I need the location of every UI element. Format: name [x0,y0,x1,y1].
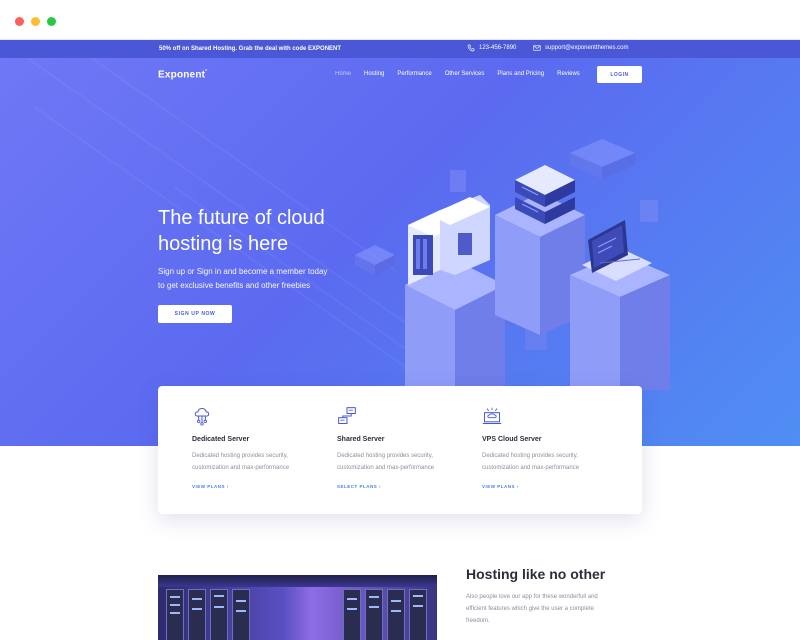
feature-description: Dedicated hosting provides security, cus… [192,450,317,474]
floating-cube-icon [355,245,395,275]
feature-title: Dedicated Server [192,436,250,443]
section-title: Hosting like no other [466,566,606,582]
browser-chrome [0,0,800,40]
cloud-network-icon [194,407,210,426]
maximize-window-icon[interactable] [47,17,56,26]
email-contact[interactable]: support@exponentthemes.com [533,44,628,52]
hero-subtitle-line-2: to get exclusive benefits and other free… [158,281,311,290]
phone-icon [467,44,475,52]
section-desc-line-2: efficient features which give the user a… [466,606,594,612]
close-window-icon[interactable] [15,17,24,26]
feature-description: Dedicated hosting provides security, cus… [482,450,607,474]
feature-desc-line-2: customization and max-performance [192,465,290,471]
phone-number: 123-456-7890 [479,45,517,51]
nav-performance[interactable]: Performance [397,71,431,77]
feature-description: Dedicated hosting provides security, cus… [337,450,462,474]
feature-desc-line-1: Dedicated hosting provides security, [192,453,288,459]
nav-home[interactable]: Home [335,71,351,77]
promo-message: 50% off on Shared Hosting. Grab the deal… [159,46,342,52]
feature-desc-line-2: customization and max-performance [337,465,435,471]
feature-dedicated-server: Dedicated Server Dedicated hosting provi… [158,386,298,514]
feature-title: VPS Cloud Server [482,436,542,443]
main-nav: Home Hosting Performance Other Services … [335,71,593,77]
hero-title-line-2: hosting is here [158,233,289,255]
feature-title: Shared Server [337,436,385,443]
phone-contact[interactable]: 123-456-7890 [467,44,516,52]
feature-desc-line-1: Dedicated hosting provides security, [482,453,578,459]
minimize-window-icon[interactable] [31,17,40,26]
nav-reviews[interactable]: Reviews [557,71,580,77]
login-button[interactable]: LOGIN [597,66,642,83]
logo[interactable]: Exponent° [158,69,207,80]
hero-subtitle: Sign up or Sign in and become a member t… [158,265,348,293]
nav-other-services[interactable]: Other Services [445,71,485,77]
network-servers-icon [338,407,356,424]
hero-subtitle-line-1: Sign up or Sign in and become a member t… [158,267,328,276]
features-card: Dedicated Server Dedicated hosting provi… [158,386,642,514]
feature-desc-line-1: Dedicated hosting provides security, [337,453,433,459]
feature-vps-cloud-server: VPS Cloud Server Dedicated hosting provi… [448,386,588,514]
hero-title-line-1: The future of cloud [158,207,325,229]
email-address: support@exponentthemes.com [545,45,629,51]
promo-bar: 50% off on Shared Hosting. Grab the deal… [0,40,800,58]
cloud-servers-illustration [355,139,670,390]
feature-desc-line-2: customization and max-performance [482,465,580,471]
select-plans-link[interactable]: SELECT PLANS › [337,484,381,489]
vps-cloud-icon [482,407,502,424]
datacenter-photo [158,575,437,640]
view-plans-link[interactable]: VIEW PLANS › [192,484,229,489]
section-description: Also people love our app for these wonde… [466,591,626,627]
feature-shared-server: Shared Server Dedicated hosting provides… [303,386,443,514]
mail-icon [533,45,541,51]
sign-up-button[interactable]: SIGN UP NOW [158,305,232,323]
view-plans-link[interactable]: VIEW PLANS › [482,484,519,489]
nav-hosting[interactable]: Hosting [364,71,384,77]
nav-plans-and-pricing[interactable]: Plans and Pricing [497,71,544,77]
logo-text: Exponent [158,69,206,81]
section-desc-line-3: freedom. [466,618,490,624]
section-desc-line-1: Also people love our app for these wonde… [466,594,598,600]
